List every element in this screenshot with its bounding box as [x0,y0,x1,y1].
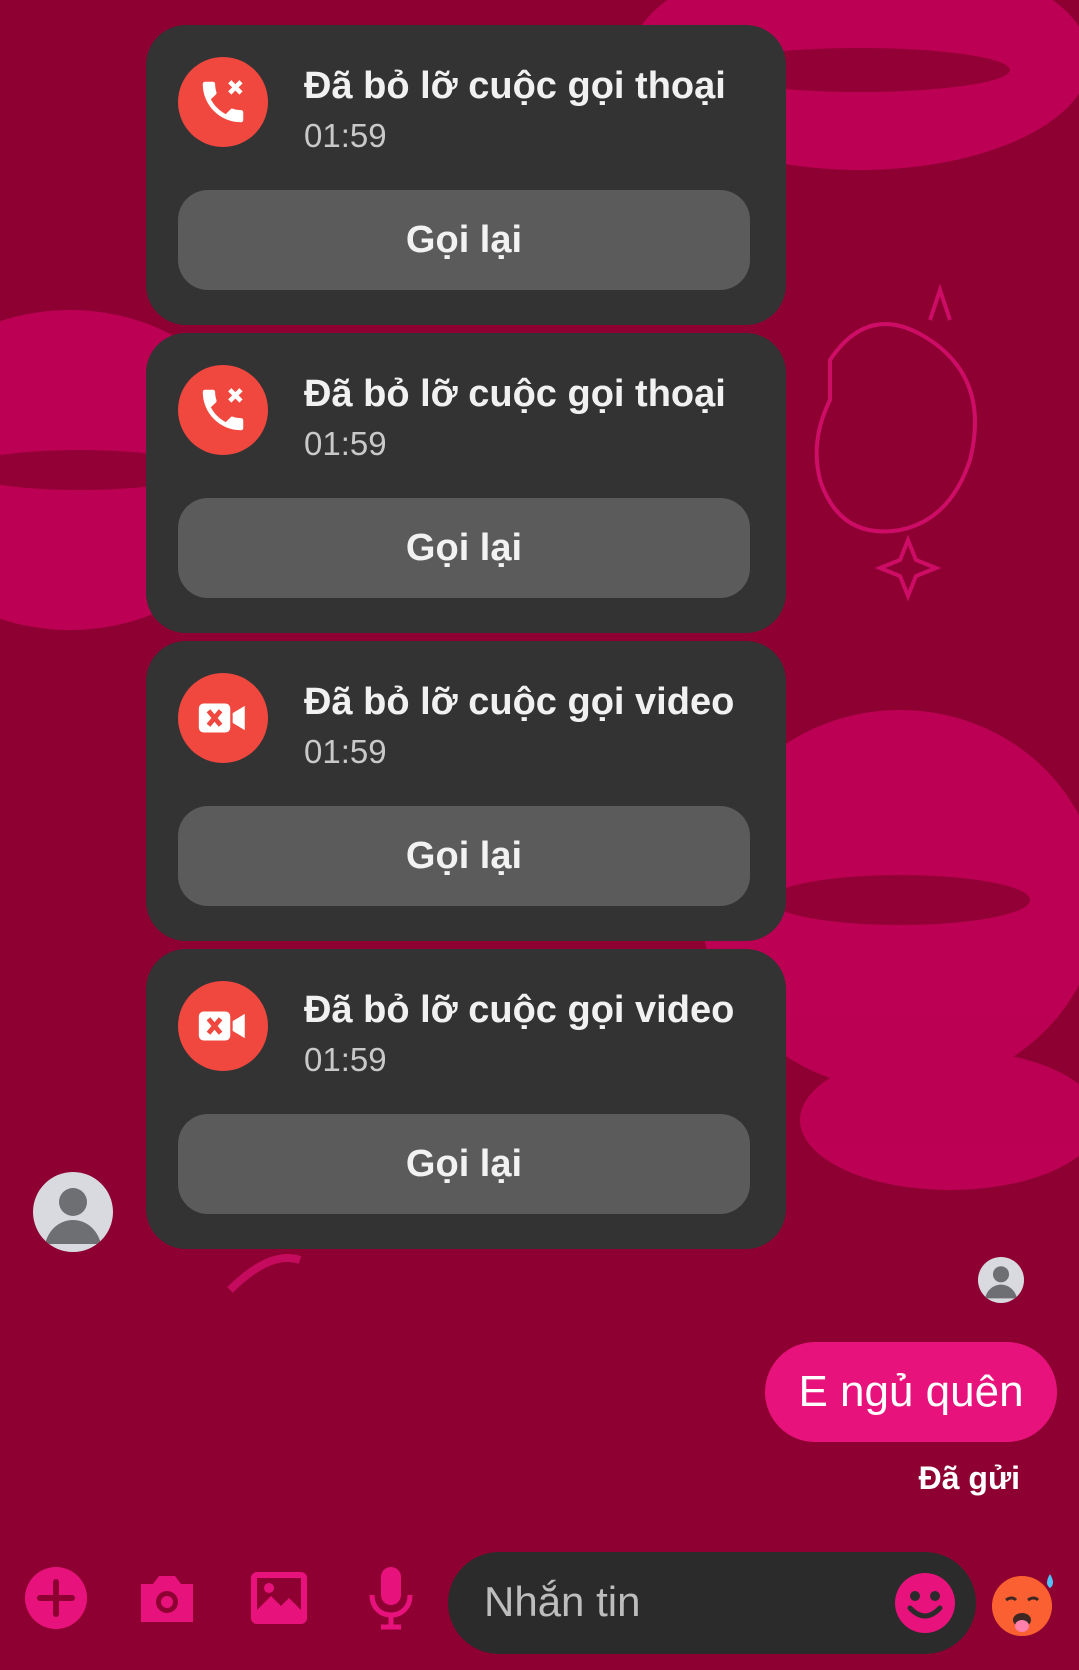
call-time: 01:59 [304,425,387,462]
call-back-button[interactable]: Gọi lại [178,806,750,906]
plus-icon[interactable] [21,1563,91,1633]
call-title: Đã bỏ lỡ cuộc gọi thoại [304,65,726,107]
image-icon[interactable] [244,1563,314,1633]
missed-voice-call-icon [178,365,268,455]
call-back-button[interactable]: Gọi lại [178,190,750,290]
missed-voice-call-icon [178,57,268,147]
my-message-bubble[interactable]: E ngủ quên [765,1342,1057,1442]
message-status: Đã gửi [918,1460,1020,1496]
camera-icon[interactable] [132,1563,202,1633]
call-time: 01:59 [304,117,387,154]
message-input[interactable]: Nhắn tin [448,1552,976,1654]
call-title: Đã bỏ lỡ cuộc gọi video [304,989,735,1031]
missed-video-call-icon [178,981,268,1071]
call-title: Đã bỏ lỡ cuộc gọi thoại [304,373,726,415]
missed-call-card: Đã bỏ lỡ cuộc gọi thoại 01:59 Gọi lại [146,25,786,325]
missed-call-card: Đã bỏ lỡ cuộc gọi thoại 01:59 Gọi lại [146,333,786,633]
missed-video-call-icon [178,673,268,763]
hot-face-emoji[interactable] [988,1568,1060,1640]
call-time: 01:59 [304,1041,387,1078]
seen-avatar [978,1257,1024,1303]
message-placeholder: Nhắn tin [484,1578,641,1625]
missed-call-card: Đã bỏ lỡ cuộc gọi video 01:59 Gọi lại [146,641,786,941]
contact-avatar[interactable] [33,1172,113,1252]
call-time: 01:59 [304,733,387,770]
missed-call-card: Đã bỏ lỡ cuộc gọi video 01:59 Gọi lại [146,949,786,1249]
smiley-icon[interactable] [892,1570,958,1636]
microphone-icon[interactable] [356,1563,426,1633]
call-back-button[interactable]: Gọi lại [178,1114,750,1214]
call-back-button[interactable]: Gọi lại [178,498,750,598]
call-title: Đã bỏ lỡ cuộc gọi video [304,681,735,723]
